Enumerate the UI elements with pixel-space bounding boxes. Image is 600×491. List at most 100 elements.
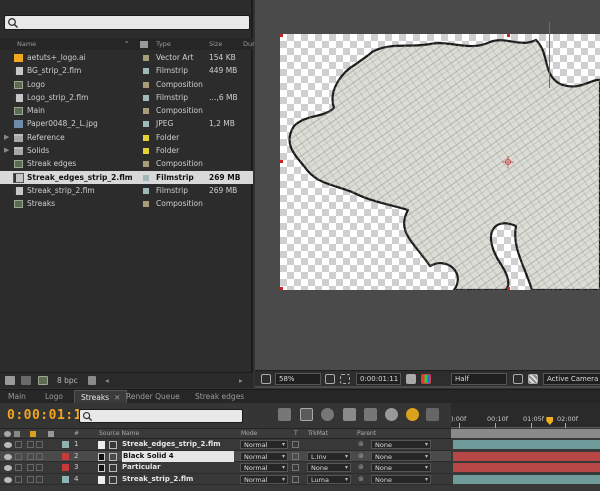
project-item[interactable]: BG_strip_2.flm Filmstrip 449 MB [0, 64, 253, 77]
project-item[interactable]: Paper0048_2_L.jpg JPEG 1,2 MB [0, 117, 253, 130]
brainstorm-icon[interactable] [406, 408, 419, 421]
preserve-transparency-switch[interactable] [292, 441, 299, 448]
tab-streaks[interactable]: Streaks ✕ [74, 390, 128, 404]
magnification-dropdown[interactable]: 58% [275, 373, 321, 385]
layer-name[interactable]: Streak_strip_2.flm [122, 474, 234, 485]
label-color-swatch[interactable] [143, 94, 149, 101]
layer-row[interactable]: 1 Streak_edges_strip_2.flm Normal ⊚ None [0, 439, 451, 451]
twirl-arrow-icon[interactable]: ▶ [4, 144, 9, 157]
tab-logo[interactable]: Logo [45, 392, 63, 401]
project-search-input[interactable] [4, 15, 250, 30]
twirl-arrow-icon[interactable]: ▶ [4, 131, 9, 144]
audio-switch-header-icon[interactable] [14, 431, 20, 437]
scroll-right-icon[interactable]: ▸ [239, 376, 243, 385]
label-color-swatch[interactable] [143, 201, 149, 208]
column-parent[interactable]: Parent [357, 430, 376, 437]
layer-label-swatch[interactable] [62, 464, 69, 471]
track-matte-dropdown[interactable]: L.Inv [307, 451, 351, 461]
live-update-icon[interactable] [300, 408, 313, 421]
project-item[interactable]: ▶ Reference Folder [0, 131, 253, 144]
column-mode[interactable]: Mode [241, 430, 257, 437]
track-matte-dropdown[interactable]: None [307, 463, 351, 472]
layer-name[interactable]: Streak_edges_strip_2.flm [122, 439, 234, 450]
label-color-swatch[interactable] [143, 81, 149, 88]
close-icon[interactable]: ✕ [114, 393, 120, 402]
preserve-transparency-switch[interactable] [292, 452, 299, 460]
parent-dropdown[interactable]: None [371, 474, 431, 484]
column-type[interactable]: Type [156, 40, 171, 48]
label-color-swatch[interactable] [143, 174, 149, 181]
solo-switch[interactable] [27, 464, 34, 471]
video-switch-header-icon[interactable] [4, 431, 11, 437]
label-color-swatch[interactable] [143, 161, 149, 168]
visibility-eye-icon[interactable] [4, 453, 12, 460]
bit-depth-label[interactable]: 8 bpc [57, 376, 78, 385]
resolution-dropdown[interactable]: Half [451, 373, 507, 385]
project-item[interactable]: Streaks Composition [0, 197, 253, 210]
composition-canvas[interactable] [280, 34, 600, 290]
audio-switch[interactable] [15, 475, 22, 483]
solo-switch[interactable] [27, 441, 34, 448]
parent-dropdown[interactable]: None [371, 440, 431, 449]
project-item[interactable]: Logo_strip_2.flm Filmstrip …,6 MB [0, 91, 253, 104]
project-item[interactable]: Logo Composition [0, 78, 253, 91]
hide-shy-layers-icon[interactable] [343, 408, 356, 421]
column-t[interactable]: T [294, 430, 298, 437]
current-time-timecode[interactable]: 0:00:01:11 [7, 408, 90, 423]
column-trkmat[interactable]: TrkMat [308, 430, 328, 437]
blend-mode-dropdown[interactable]: Normal [240, 440, 288, 449]
current-time-display[interactable]: 0:00:01:11 [356, 373, 401, 385]
parent-dropdown[interactable]: None [371, 463, 431, 472]
project-item[interactable]: ▶ Solids Folder [0, 144, 253, 157]
shy-switch[interactable] [109, 452, 117, 461]
column-name[interactable]: Name [17, 40, 36, 48]
label-color-swatch[interactable] [143, 121, 149, 128]
layer-name[interactable]: Particular [122, 462, 234, 473]
pick-whip-icon[interactable]: ⊚ [358, 439, 364, 450]
visibility-eye-icon[interactable] [4, 465, 12, 471]
project-item[interactable]: Main Composition [0, 104, 253, 117]
pick-whip-icon[interactable]: ⊚ [358, 451, 364, 462]
channel-rgb-icon[interactable] [421, 374, 431, 384]
shy-switch[interactable] [109, 475, 117, 484]
shy-switch[interactable] [109, 464, 117, 472]
layer-name[interactable]: Black Solid 4 [122, 450, 234, 462]
lock-switch[interactable] [36, 452, 43, 460]
lock-switch[interactable] [36, 441, 43, 448]
region-of-interest-icon[interactable] [340, 374, 350, 384]
column-size[interactable]: Size [209, 40, 222, 48]
blend-mode-dropdown[interactable]: Normal [240, 451, 288, 461]
preserve-transparency-switch[interactable] [292, 475, 299, 483]
graph-editor-icon[interactable] [426, 408, 439, 421]
lock-switch[interactable] [36, 475, 43, 483]
work-area-bar[interactable] [451, 429, 600, 438]
tab-streak-edges[interactable]: Streak edges [195, 392, 244, 401]
column-duration[interactable]: Dur [243, 40, 255, 48]
audio-switch[interactable] [15, 441, 22, 448]
tab-main[interactable]: Main [8, 392, 26, 401]
draft-3d-icon[interactable] [321, 408, 334, 421]
timeline-search-input[interactable] [79, 409, 243, 423]
active-camera-dropdown[interactable]: Active Camera [543, 373, 600, 385]
solo-switch[interactable] [27, 452, 34, 460]
track-matte-dropdown[interactable]: Luma [307, 474, 351, 484]
project-item[interactable]: aetuts+_logo.ai Vector Art 154 KB [0, 51, 253, 64]
snapshot-icon[interactable] [406, 374, 416, 384]
label-color-swatch[interactable] [143, 55, 149, 61]
column-source-name[interactable]: Source Name [99, 430, 139, 437]
motion-blur-icon[interactable] [385, 408, 398, 421]
scroll-left-icon[interactable]: ◂ [105, 376, 109, 385]
layer-row[interactable]: 4 Streak_strip_2.flm Normal Luma ⊚ None [0, 474, 451, 485]
shy-switch[interactable] [109, 441, 117, 449]
time-ruler[interactable]: ):00f 00:10f 01:05f 02:00f [451, 403, 600, 428]
trash-icon[interactable] [88, 376, 96, 385]
visibility-eye-icon[interactable] [4, 476, 12, 483]
new-folder-icon[interactable] [21, 376, 31, 385]
layer-row[interactable]: 2 Black Solid 4 Normal L.Inv ⊚ None [0, 450, 451, 462]
layer-label-swatch[interactable] [62, 441, 69, 448]
lock-switch[interactable] [36, 464, 43, 471]
layer-duration-bar[interactable] [453, 451, 600, 461]
lock-header-icon[interactable] [30, 431, 36, 437]
layer-duration-bar[interactable] [453, 474, 600, 484]
preserve-transparency-switch[interactable] [292, 464, 299, 471]
